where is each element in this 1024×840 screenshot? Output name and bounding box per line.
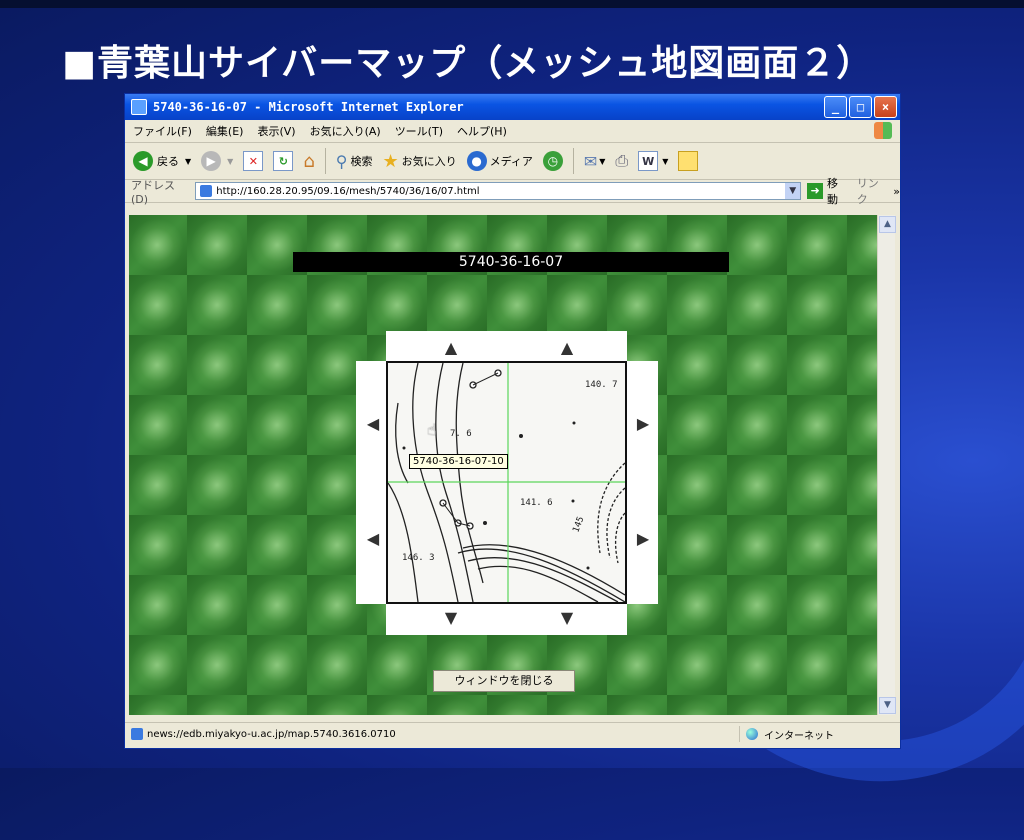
page-icon (200, 185, 213, 197)
scroll-down-icon[interactable]: ▼ (879, 697, 896, 714)
page-content: 5740-36-16-07 140. 7 141. 6 7. 6 146. 3 … (129, 215, 877, 715)
print-button[interactable]: ⎙ (615, 151, 628, 171)
menu-edit[interactable]: 編集(E) (206, 123, 244, 139)
mesh-map[interactable]: 140. 7 141. 6 7. 6 146. 3 145 (386, 361, 627, 604)
home-button[interactable]: ⌂ (303, 151, 314, 172)
nav-right-bottom-arrow-icon[interactable]: ▶ (632, 527, 654, 549)
window-title: 5740-36-16-07 - Microsoft Internet Explo… (153, 100, 464, 114)
address-label: アドレス(D) (131, 178, 175, 206)
nav-left-top-arrow-icon[interactable]: ◀ (362, 412, 384, 434)
scroll-up-icon[interactable]: ▲ (879, 216, 896, 233)
map-label-elev-1: 140. 7 (585, 380, 618, 390)
status-bar: news://edb.miyakyo-u.ac.jp/map.5740.3616… (125, 722, 900, 745)
nav-up-left-arrow-icon[interactable]: ▲ (440, 336, 462, 358)
menu-bar: ファイル(F) 編集(E) 表示(V) お気に入り(A) ツール(T) ヘルプ(… (125, 120, 900, 143)
stop-button[interactable]: ✕ (243, 151, 264, 171)
address-dropdown-icon[interactable]: ▼ (785, 183, 801, 199)
address-bar: アドレス(D) http://160.28.20.95/09.16/mesh/5… (125, 177, 900, 206)
browser-window: 5740-36-16-07 - Microsoft Internet Explo… (125, 94, 900, 748)
close-window-button[interactable]: × (874, 96, 897, 118)
edit-button[interactable]: W ▼ (638, 151, 668, 171)
address-url: http://160.28.20.95/09.16/mesh/5740/36/1… (216, 185, 480, 197)
search-label: 検索 (350, 155, 373, 168)
windows-flag-icon (874, 122, 892, 139)
status-url: news://edb.miyakyo-u.ac.jp/map.5740.3616… (147, 728, 396, 740)
go-button[interactable]: 移動 (827, 175, 849, 207)
vertical-scrollbar[interactable]: ▲ ▼ (877, 215, 896, 715)
window-titlebar[interactable]: 5740-36-16-07 - Microsoft Internet Explo… (125, 94, 900, 120)
mail-dropdown-icon: ▼ (599, 156, 606, 166)
slide-top-band (0, 0, 1024, 8)
nav-down-right-arrow-icon[interactable]: ▼ (556, 606, 578, 628)
refresh-icon: ↻ (273, 151, 294, 171)
favorites-button[interactable]: ★ お気に入り (382, 151, 456, 172)
map-label-elev-3: 7. 6 (450, 429, 472, 439)
history-icon: ◷ (542, 151, 563, 171)
links-label[interactable]: リンク (857, 175, 890, 207)
window-controls: _ □ × (824, 96, 897, 118)
history-button[interactable]: ◷ (542, 151, 563, 171)
go-arrow-icon[interactable]: ➜ (807, 183, 823, 199)
menu-file[interactable]: ファイル(F) (133, 123, 192, 139)
mail-icon: ✉ (583, 151, 598, 171)
hand-cursor-icon: ☝ (427, 420, 437, 439)
mesh-tooltip: 5740-36-16-07-10 (409, 454, 508, 469)
nav-right-top-arrow-icon[interactable]: ▶ (632, 412, 654, 434)
toolbar-separator (324, 148, 326, 174)
menu-favorites[interactable]: お気に入り(A) (310, 123, 381, 139)
chevron-right-icon[interactable]: » (893, 185, 900, 198)
address-input[interactable]: http://160.28.20.95/09.16/mesh/5740/36/1… (195, 182, 802, 200)
note-icon (678, 151, 699, 171)
media-button[interactable]: ● メディア (466, 151, 533, 171)
forward-button[interactable]: ▶ ▼ (201, 151, 233, 171)
mail-button[interactable]: ✉ ▼ (584, 152, 606, 171)
search-button[interactable]: ⚲ 検索 (336, 152, 373, 171)
zone-label: インターネット (764, 730, 834, 742)
print-icon: ⎙ (615, 151, 629, 170)
map-label-elev-4: 146. 3 (402, 553, 435, 563)
edit-dropdown-icon: ▼ (662, 156, 669, 166)
back-dropdown-icon[interactable]: ▼ (185, 157, 191, 166)
nav-up-right-arrow-icon[interactable]: ▲ (556, 336, 578, 358)
media-label: メディア (489, 155, 533, 168)
mesh-title-banner: 5740-36-16-07 (293, 252, 729, 272)
back-arrow-icon: ◀ (133, 151, 153, 171)
favorites-label: お気に入り (401, 155, 457, 168)
stop-icon: ✕ (243, 151, 264, 171)
messenger-button[interactable] (678, 151, 699, 171)
nav-down-left-arrow-icon[interactable]: ▼ (440, 606, 462, 628)
back-button[interactable]: ◀ 戻る ▼ (133, 151, 191, 171)
toolbar-separator-2 (572, 148, 574, 174)
security-zone: インターネット (739, 726, 834, 742)
word-edit-icon: W (638, 151, 659, 171)
favorites-star-icon: ★ (382, 150, 399, 172)
maximize-button[interactable]: □ (849, 96, 872, 118)
toolbar: ◀ 戻る ▼ ▶ ▼ ✕ ↻ ⌂ ⚲ 検索 ★ お気に入り ● メディア ◷ ✉… (125, 143, 900, 180)
internet-globe-icon (746, 728, 758, 740)
back-label: 戻る (157, 155, 179, 168)
nav-left-bottom-arrow-icon[interactable]: ◀ (362, 527, 384, 549)
menu-tools[interactable]: ツール(T) (395, 123, 443, 139)
map-label-elev-2: 141. 6 (520, 498, 553, 508)
forward-dropdown-icon[interactable]: ▼ (227, 157, 233, 166)
minimize-button[interactable]: _ (824, 96, 847, 118)
menu-help[interactable]: ヘルプ(H) (457, 123, 507, 139)
menu-view[interactable]: 表示(V) (257, 123, 295, 139)
close-window-page-button[interactable]: ウィンドウを閉じる (433, 670, 575, 692)
ie-icon (131, 99, 147, 115)
media-icon: ● (466, 151, 487, 171)
status-page-icon (131, 728, 143, 740)
map-label-contour-1: 145 (571, 515, 586, 534)
search-icon: ⚲ (335, 151, 348, 171)
home-icon: ⌂ (303, 150, 315, 172)
refresh-button[interactable]: ↻ (273, 151, 294, 171)
slide-title: ■青葉山サイバーマップ（メッシュ地図画面２） (62, 43, 874, 84)
map-drawing: 140. 7 141. 6 7. 6 146. 3 145 (388, 363, 625, 602)
forward-arrow-icon: ▶ (201, 151, 222, 171)
